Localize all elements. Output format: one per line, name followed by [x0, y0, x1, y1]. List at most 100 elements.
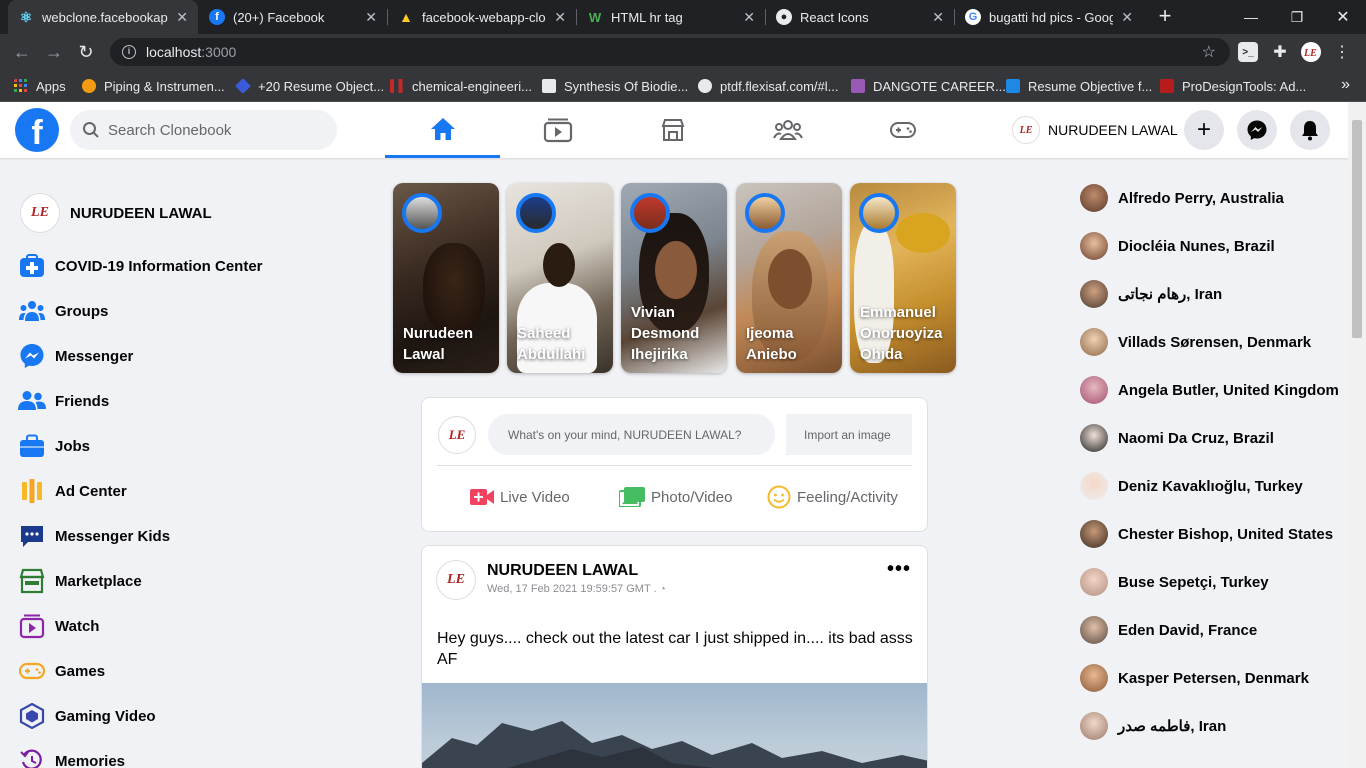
close-icon[interactable]: ✕ [1121, 9, 1133, 26]
covid-info-icon [18, 252, 46, 280]
nav-gaming[interactable] [845, 102, 960, 158]
contact-item[interactable]: Naomi Da Cruz, Brazil [1080, 422, 1274, 454]
contact-item[interactable]: Villads Sørensen, Denmark [1080, 326, 1311, 358]
sidebar-item-gaming-video[interactable]: Gaming Video [18, 698, 156, 734]
post-image[interactable] [422, 683, 927, 768]
forward-icon[interactable]: → [42, 40, 66, 64]
bookmark-resume-objective-2[interactable]: Resume Objective f... [1006, 77, 1152, 95]
story-card[interactable]: Saheed Abdullahi [507, 183, 613, 373]
contact-item[interactable]: Chester Bishop, United States [1080, 518, 1333, 550]
avatar [1080, 232, 1108, 260]
nav-watch[interactable] [500, 102, 615, 158]
nav-marketplace[interactable] [615, 102, 730, 158]
bookmark-piping[interactable]: Piping & Instrumen... [82, 77, 225, 95]
maximize-icon[interactable]: ❐ [1274, 0, 1320, 34]
story-card[interactable]: Emmanuel Onoruoyiza Ohida [850, 183, 956, 373]
search-box[interactable] [70, 110, 337, 150]
facebook-logo[interactable]: f [15, 108, 59, 152]
bookmarks-bar: Apps Piping & Instrumen... +20 Resume Ob… [0, 70, 1366, 102]
sidebar-item-friends[interactable]: Friends [18, 383, 109, 419]
sidebar-item-messenger-kids[interactable]: Messenger Kids [18, 518, 170, 554]
sidebar-item-jobs[interactable]: Jobs [18, 428, 90, 464]
bookmark-ptdf[interactable]: ptdf.flexisaf.com/#l... [698, 77, 839, 95]
bookmark-label: Piping & Instrumen... [104, 78, 225, 94]
live-video-label: Live Video [500, 488, 570, 506]
browser-tab-2[interactable]: ▲ facebook-webapp-clon ✕ [388, 0, 576, 34]
contact-item[interactable]: Angela Butler, United Kingdom [1080, 374, 1339, 406]
bookmark-resume-objective[interactable]: +20 Resume Object... [235, 77, 385, 95]
photo-video-button[interactable]: Photo/Video [619, 484, 732, 510]
live-video-button[interactable]: Live Video [470, 484, 570, 510]
story-card[interactable]: Vivian Desmond Ihejirika [621, 183, 727, 373]
sidebar-item-marketplace[interactable]: Marketplace [18, 563, 142, 599]
page-scrollbar[interactable] [1348, 102, 1366, 768]
search-input[interactable] [108, 121, 308, 139]
contact-item[interactable]: فاطمه صدر, Iran [1080, 710, 1226, 742]
sidebar-profile[interactable]: LE NURUDEEN LAWAL [20, 193, 212, 233]
feeling-activity-button[interactable]: Feeling/Activity [767, 484, 898, 510]
close-icon[interactable]: ✕ [554, 9, 566, 26]
story-card[interactable]: Nurudeen Lawal [393, 183, 499, 373]
contact-name: Diocléia Nunes, Brazil [1118, 237, 1275, 255]
profile-avatar[interactable]: LE [1301, 42, 1321, 62]
notifications-button[interactable] [1290, 110, 1330, 150]
url-input[interactable]: i localhost:3000 ☆ [110, 38, 1230, 66]
bookmark-prodesigntools[interactable]: ProDesignTools: Ad... [1160, 77, 1306, 95]
contact-item[interactable]: Buse Sepetçi, Turkey [1080, 566, 1269, 598]
header-profile[interactable]: LE NURUDEEN LAWAL [1012, 114, 1178, 146]
reload-icon[interactable]: ↻ [74, 40, 98, 64]
story-card[interactable]: Ijeoma Aniebo [736, 183, 842, 373]
scrollbar-thumb[interactable] [1352, 120, 1362, 338]
composer-divider [437, 465, 912, 466]
bookmark-dangote[interactable]: DANGOTE CAREER... [851, 77, 1006, 95]
contact-item[interactable]: Alfredo Perry, Australia [1080, 182, 1284, 214]
new-tab-button[interactable]: + [1154, 5, 1176, 27]
contact-item[interactable]: Diocléia Nunes, Brazil [1080, 230, 1275, 262]
image-url-input[interactable] [786, 414, 912, 455]
back-icon[interactable]: ← [10, 40, 34, 64]
status-input[interactable] [488, 414, 775, 455]
sidebar-item-memories[interactable]: Memories [18, 743, 125, 768]
extensions-puzzle-icon[interactable]: ✚ [1270, 42, 1290, 62]
bookmark-chemical-engineering[interactable]: chemical-engineeri... [390, 77, 532, 95]
browser-tab-3[interactable]: W HTML hr tag ✕ [577, 0, 765, 34]
bookmark-apps[interactable]: Apps [14, 77, 66, 95]
nav-home[interactable] [385, 102, 500, 158]
sidebar-item-games[interactable]: Games [18, 653, 105, 689]
contact-name: رهام نجاتی, Iran [1118, 286, 1223, 303]
contact-item[interactable]: Kasper Petersen, Denmark [1080, 662, 1309, 694]
terminal-extension-icon[interactable]: >_ [1238, 42, 1258, 62]
site-info-icon[interactable]: i [122, 45, 136, 59]
post-author-avatar[interactable]: LE [436, 560, 476, 600]
browser-tab-1[interactable]: f (20+) Facebook ✕ [199, 0, 387, 34]
sidebar-item-covid[interactable]: COVID-19 Information Center [18, 248, 263, 284]
nav-groups[interactable] [730, 102, 845, 158]
contact-item[interactable]: Eden David, France [1080, 614, 1257, 646]
contact-item[interactable]: رهام نجاتی, Iran [1080, 278, 1222, 310]
browser-tab-0[interactable]: ⚛ webclone.facebookapp ✕ [8, 0, 198, 34]
sidebar-item-messenger[interactable]: Messenger [18, 338, 133, 374]
messenger-button[interactable] [1237, 110, 1277, 150]
post-author-name[interactable]: NURUDEEN LAWAL [487, 562, 638, 580]
bookmark-synthesis[interactable]: Synthesis Of Biodie... [542, 77, 688, 95]
contact-item[interactable]: Deniz Kavaklıoğlu, Turkey [1080, 470, 1303, 502]
close-icon[interactable]: ✕ [365, 9, 377, 26]
post-options-icon[interactable]: ••• [887, 558, 911, 581]
bookmark-star-icon[interactable]: ☆ [1202, 42, 1216, 62]
sidebar-item-groups[interactable]: Groups [18, 293, 108, 329]
close-icon[interactable]: ✕ [932, 9, 944, 26]
window-close-icon[interactable]: ✕ [1320, 0, 1366, 34]
bookmark-label: +20 Resume Object... [258, 78, 385, 94]
close-icon[interactable]: ✕ [176, 9, 188, 26]
create-button[interactable]: + [1184, 110, 1224, 150]
resume-favicon-icon [1006, 79, 1020, 93]
browser-menu-icon[interactable]: ⋮ [1332, 42, 1352, 62]
bookmarks-overflow-icon[interactable]: » [1341, 76, 1350, 94]
bell-icon [1302, 121, 1318, 141]
minimize-icon[interactable]: — [1228, 0, 1274, 34]
close-icon[interactable]: ✕ [743, 9, 755, 26]
sidebar-item-watch[interactable]: Watch [18, 608, 99, 644]
browser-tab-4[interactable]: ● React Icons ✕ [766, 0, 954, 34]
browser-tab-5[interactable]: G bugatti hd pics - Googl ✕ [955, 0, 1143, 34]
sidebar-item-ad-center[interactable]: Ad Center [18, 473, 127, 509]
